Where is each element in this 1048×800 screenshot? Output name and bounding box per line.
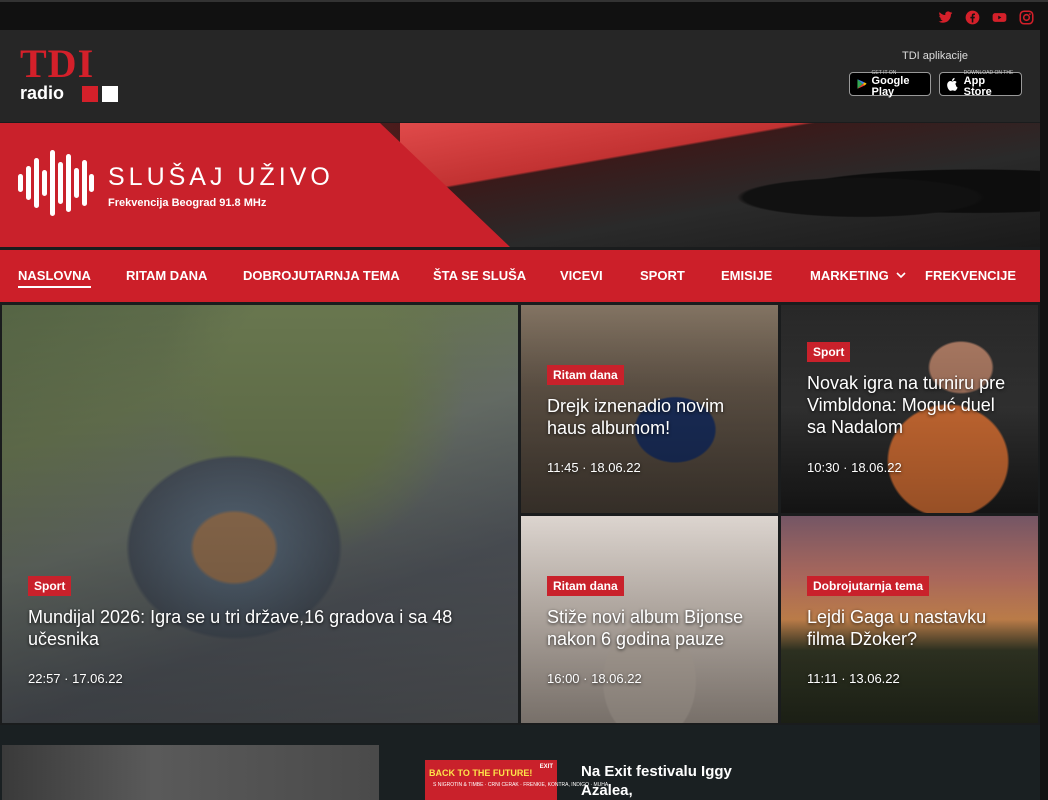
chevron-down-icon[interactable]	[896, 270, 906, 280]
article-title[interactable]: Drejk iznenadio novim haus albumom!	[547, 395, 757, 439]
article-tag[interactable]: Dobrojutarnja tema	[807, 576, 930, 596]
article-tag[interactable]: Ritam dana	[547, 576, 624, 596]
site-header: TDI radio TDI aplikacije GET IT ON Googl…	[0, 30, 1040, 122]
thumb-exit-logo: EXIT	[539, 764, 553, 770]
logo-red-square	[82, 86, 98, 102]
card-shade	[2, 305, 518, 723]
article-title[interactable]: Stiže novi album Bijonse nakon 6 godina …	[547, 606, 762, 650]
google-play-big: Google Play	[871, 74, 910, 98]
twitter-icon[interactable]	[938, 10, 953, 25]
side-article-title[interactable]: Na Exit festivalu Iggy Azalea,	[581, 762, 781, 800]
logo-radio-text: radio	[20, 83, 65, 103]
live-frequency: Frekvencija Beograd 91.8 MHz	[108, 197, 267, 209]
main-nav: NASLOVNA RITAM DANA DOBROJUTARNJA TEMA Š…	[0, 250, 1040, 302]
live-banner[interactable]: SLUŠAJ UŽIVO Frekvencija Beograd 91.8 MH…	[0, 123, 1040, 247]
article-tag[interactable]: Sport	[807, 342, 851, 362]
google-play-button[interactable]: GET IT ON Google Play	[849, 70, 931, 98]
scrollbar[interactable]	[1040, 30, 1048, 800]
exit-festival-thumbnail[interactable]: BACK TO THE FUTURE! S NIGROTIN & TIMBE ·…	[425, 760, 608, 800]
nav-emisije[interactable]: EMISIJE	[721, 268, 772, 283]
article-tag[interactable]: Sport	[28, 576, 72, 596]
article-time: 16:00 · 18.06.22	[547, 671, 642, 686]
bottom-article-image[interactable]	[2, 745, 379, 800]
article-card[interactable]: Ritam dana Stiže novi album Bijonse nako…	[521, 516, 778, 723]
article-title[interactable]: Lejdi Gaga u nastavku filma Džoker?	[807, 606, 1017, 650]
article-time: 22:57 · 17.06.22	[28, 671, 123, 686]
nav-naslovna[interactable]: NASLOVNA	[18, 268, 91, 288]
social-links	[938, 10, 1034, 25]
article-time: 11:11 · 13.06.22	[807, 671, 900, 686]
article-title[interactable]: Novak igra na turniru pre Vimbldona: Mog…	[807, 372, 1017, 438]
youtube-icon[interactable]	[992, 10, 1007, 25]
thumb-headline: BACK TO THE FUTURE!	[429, 768, 533, 778]
article-tag[interactable]: Ritam dana	[547, 365, 624, 385]
live-title: SLUŠAJ UŽIVO	[108, 163, 334, 191]
apps-label: TDI aplikacije	[901, 50, 969, 62]
google-play-icon	[857, 79, 867, 89]
nav-sta-se-slusa[interactable]: ŠTA SE SLUŠA	[433, 268, 526, 283]
article-card[interactable]: Sport Novak igra na turniru pre Vimbldon…	[781, 305, 1038, 513]
tdi-radio-logo[interactable]: TDI radio	[20, 41, 130, 106]
nav-vicevi[interactable]: VICEVI	[560, 268, 603, 283]
app-store-button[interactable]: Download on the App Store	[939, 70, 1022, 98]
article-time: 10:30 · 18.06.22	[807, 460, 902, 475]
app-store-big: App Store	[963, 74, 992, 98]
article-card[interactable]: Ritam dana Drejk iznenadio novim haus al…	[521, 305, 778, 513]
nav-sport[interactable]: SPORT	[640, 268, 685, 283]
soundwave-icon	[18, 150, 94, 216]
article-card-main[interactable]: Sport Mundijal 2026: Igra se u tri držav…	[2, 305, 518, 723]
facebook-icon[interactable]	[965, 10, 980, 25]
logo-white-square	[102, 86, 118, 102]
article-time: 11:45 · 18.06.22	[547, 460, 641, 475]
instagram-icon[interactable]	[1019, 10, 1034, 25]
nav-ritam-dana[interactable]: RITAM DANA	[126, 268, 207, 283]
logo-tdi-text: TDI	[20, 41, 95, 86]
studio-headphones-image	[400, 123, 1040, 247]
apple-icon	[947, 77, 958, 91]
top-social-bar	[0, 0, 1048, 30]
nav-marketing[interactable]: MARKETING	[810, 268, 889, 283]
article-title[interactable]: Mundijal 2026: Igra se u tri države,16 g…	[28, 606, 498, 650]
article-card[interactable]: Dobrojutarnja tema Lejdi Gaga u nastavku…	[781, 516, 1038, 723]
nav-dobrojutarnja-tema[interactable]: DOBROJUTARNJA TEMA	[243, 268, 400, 283]
nav-frekvencije[interactable]: FREKVENCIJE	[925, 268, 1016, 283]
